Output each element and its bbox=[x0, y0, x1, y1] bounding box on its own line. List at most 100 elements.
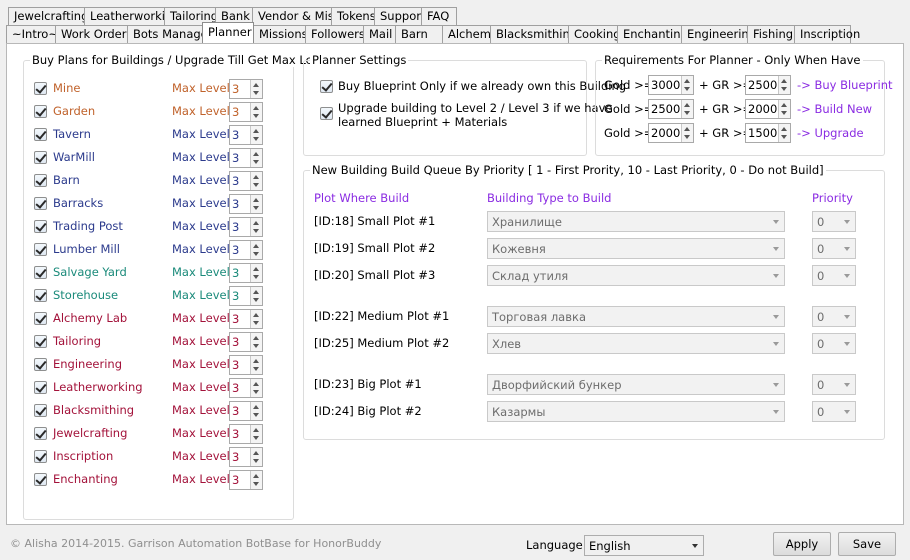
plan-checkbox[interactable] bbox=[34, 105, 47, 118]
tab-cooking[interactable]: Cooking bbox=[568, 25, 621, 43]
plan-checkbox[interactable] bbox=[34, 450, 47, 463]
spinner-buttons[interactable] bbox=[250, 103, 262, 121]
building-type-select[interactable]: Торговая лавка bbox=[487, 306, 785, 327]
gold-spinner[interactable]: 2000 bbox=[648, 123, 694, 143]
priority-select[interactable]: 0 bbox=[812, 401, 856, 422]
spinner-buttons[interactable] bbox=[250, 402, 262, 420]
arrow-down-icon[interactable] bbox=[253, 344, 259, 348]
plan-checkbox[interactable] bbox=[34, 335, 47, 348]
tab-engineering[interactable]: Engineering bbox=[681, 25, 756, 43]
spinner-buttons[interactable] bbox=[250, 172, 262, 190]
tab--intro-[interactable]: ~Intro~ bbox=[6, 25, 58, 43]
arrow-up-icon[interactable] bbox=[253, 336, 259, 340]
tab-followers[interactable]: Followers bbox=[305, 25, 365, 43]
arrow-down-icon[interactable] bbox=[684, 111, 690, 115]
max-level-spinner[interactable]: 3 bbox=[229, 470, 263, 490]
gr-spinner[interactable]: 2000 bbox=[745, 99, 791, 119]
arrow-down-icon[interactable] bbox=[781, 87, 787, 91]
building-type-select[interactable]: Дворфийский бункер bbox=[487, 374, 785, 395]
spinner-buttons[interactable] bbox=[681, 76, 693, 94]
arrow-down-icon[interactable] bbox=[253, 367, 259, 371]
plan-checkbox[interactable] bbox=[34, 174, 47, 187]
max-level-spinner[interactable]: 3 bbox=[229, 332, 263, 352]
spinner-buttons[interactable] bbox=[681, 124, 693, 142]
priority-select[interactable]: 0 bbox=[812, 306, 856, 327]
building-type-select[interactable]: Хранилище bbox=[487, 211, 785, 232]
save-button[interactable]: Save bbox=[838, 532, 896, 556]
upgrade-building-checkbox[interactable] bbox=[320, 107, 333, 120]
spinner-buttons[interactable] bbox=[250, 448, 262, 466]
arrow-up-icon[interactable] bbox=[684, 103, 690, 107]
arrow-down-icon[interactable] bbox=[253, 160, 259, 164]
arrow-up-icon[interactable] bbox=[253, 129, 259, 133]
tab-vendor-misc[interactable]: Vendor & Misc bbox=[252, 7, 340, 25]
arrow-down-icon[interactable] bbox=[253, 114, 259, 118]
plan-checkbox[interactable] bbox=[34, 197, 47, 210]
tab-planner[interactable]: Planner bbox=[202, 22, 254, 43]
arrow-down-icon[interactable] bbox=[253, 229, 259, 233]
arrow-down-icon[interactable] bbox=[684, 135, 690, 139]
priority-select[interactable]: 0 bbox=[812, 333, 856, 354]
plan-checkbox[interactable] bbox=[34, 243, 47, 256]
plan-checkbox[interactable] bbox=[34, 289, 47, 302]
arrow-up-icon[interactable] bbox=[253, 474, 259, 478]
spinner-buttons[interactable] bbox=[250, 195, 262, 213]
arrow-down-icon[interactable] bbox=[253, 252, 259, 256]
arrow-down-icon[interactable] bbox=[781, 135, 787, 139]
arrow-up-icon[interactable] bbox=[684, 79, 690, 83]
spinner-buttons[interactable] bbox=[250, 241, 262, 259]
spinner-buttons[interactable] bbox=[250, 264, 262, 282]
apply-button[interactable]: Apply bbox=[773, 532, 831, 556]
spinner-buttons[interactable] bbox=[250, 218, 262, 236]
building-type-select[interactable]: Кожевня bbox=[487, 238, 785, 259]
gold-spinner[interactable]: 2500 bbox=[648, 99, 694, 119]
arrow-up-icon[interactable] bbox=[253, 405, 259, 409]
arrow-down-icon[interactable] bbox=[253, 436, 259, 440]
arrow-up-icon[interactable] bbox=[684, 127, 690, 131]
max-level-spinner[interactable]: 3 bbox=[229, 102, 263, 122]
tab-support[interactable]: Support bbox=[374, 7, 425, 25]
max-level-spinner[interactable]: 3 bbox=[229, 424, 263, 444]
tab-inscription[interactable]: Inscription bbox=[794, 25, 860, 43]
plan-checkbox[interactable] bbox=[34, 220, 47, 233]
tab-alchemy[interactable]: Alchemy bbox=[442, 25, 498, 43]
max-level-spinner[interactable]: 3 bbox=[229, 148, 263, 168]
tab-barn[interactable]: Barn bbox=[395, 25, 443, 43]
spinner-buttons[interactable] bbox=[250, 356, 262, 374]
arrow-up-icon[interactable] bbox=[253, 106, 259, 110]
spinner-buttons[interactable] bbox=[250, 333, 262, 351]
tab-blacksmithing[interactable]: Blacksmithing bbox=[490, 25, 577, 43]
arrow-down-icon[interactable] bbox=[253, 413, 259, 417]
plan-checkbox[interactable] bbox=[34, 82, 47, 95]
arrow-up-icon[interactable] bbox=[253, 198, 259, 202]
tab-missions[interactable]: Missions bbox=[253, 25, 308, 43]
tab-enchanting[interactable]: Enchanting bbox=[617, 25, 688, 43]
arrow-down-icon[interactable] bbox=[253, 206, 259, 210]
arrow-up-icon[interactable] bbox=[253, 267, 259, 271]
arrow-down-icon[interactable] bbox=[253, 275, 259, 279]
plan-checkbox[interactable] bbox=[34, 151, 47, 164]
plan-checkbox[interactable] bbox=[34, 381, 47, 394]
arrow-down-icon[interactable] bbox=[253, 390, 259, 394]
arrow-down-icon[interactable] bbox=[253, 482, 259, 486]
building-type-select[interactable]: Казармы bbox=[487, 401, 785, 422]
arrow-down-icon[interactable] bbox=[253, 321, 259, 325]
buy-blueprint-only-checkbox[interactable] bbox=[320, 80, 333, 93]
max-level-spinner[interactable]: 3 bbox=[229, 447, 263, 467]
priority-select[interactable]: 0 bbox=[812, 265, 856, 286]
arrow-up-icon[interactable] bbox=[253, 290, 259, 294]
max-level-spinner[interactable]: 3 bbox=[229, 309, 263, 329]
priority-select[interactable]: 0 bbox=[812, 374, 856, 395]
spinner-buttons[interactable] bbox=[250, 425, 262, 443]
arrow-down-icon[interactable] bbox=[253, 137, 259, 141]
plan-checkbox[interactable] bbox=[34, 427, 47, 440]
spinner-buttons[interactable] bbox=[250, 149, 262, 167]
tab-tokens[interactable]: Tokens bbox=[331, 7, 376, 25]
gold-spinner[interactable]: 3000 bbox=[648, 75, 694, 95]
max-level-spinner[interactable]: 3 bbox=[229, 194, 263, 214]
arrow-up-icon[interactable] bbox=[781, 103, 787, 107]
max-level-spinner[interactable]: 3 bbox=[229, 125, 263, 145]
arrow-up-icon[interactable] bbox=[781, 79, 787, 83]
priority-select[interactable]: 0 bbox=[812, 238, 856, 259]
tab-work-orders[interactable]: Work Orders bbox=[55, 25, 132, 43]
